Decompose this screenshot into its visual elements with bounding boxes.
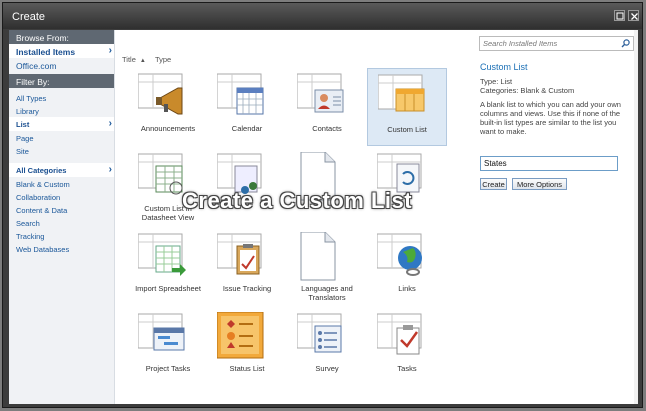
details-categories: Categories: Blank & Custom — [480, 86, 575, 95]
template-languages-translators[interactable]: Languages and Translators — [287, 228, 367, 306]
calendar-icon — [217, 73, 264, 115]
chevron-right-icon: › — [108, 164, 112, 175]
create-button[interactable]: Create — [480, 178, 507, 190]
maximize-icon — [616, 12, 624, 20]
details-scrollbar[interactable] — [634, 30, 638, 404]
template-label: Status List — [229, 364, 265, 373]
template-gallery: Title ▲ Type Announcements Calendar Cont… — [115, 30, 469, 404]
clipboard-icon — [217, 233, 262, 275]
template-links[interactable]: Links — [367, 228, 447, 306]
details-meta: Type: List Categories: Blank & Custom — [480, 77, 574, 95]
details-type: Type: List — [480, 77, 513, 86]
details-description: A blank list to which you can add your o… — [480, 100, 621, 136]
template-tasks[interactable]: Tasks — [367, 308, 447, 386]
filter-all-types[interactable]: All Types — [9, 91, 114, 104]
spreadsheet-import-icon — [138, 233, 186, 276]
template-issue-tracking[interactable]: Issue Tracking — [207, 228, 287, 306]
filter-list-label: List — [16, 120, 30, 129]
nav-installed-items-label: Installed Items — [16, 47, 76, 57]
template-status-list[interactable]: Status List — [207, 308, 287, 386]
more-options-button[interactable]: More Options — [512, 178, 567, 190]
dialog-title: Create — [12, 11, 46, 23]
template-label: Links — [398, 284, 416, 293]
sort-ascending-icon: ▲ — [139, 58, 146, 64]
left-nav: Browse From: Installed Items › Office.co… — [9, 30, 115, 404]
details-pane: Search Installed Items Custom List Type:… — [471, 30, 638, 404]
sort-by-title[interactable]: Title — [122, 55, 136, 64]
template-label: Languages and Translators — [301, 284, 353, 302]
category-web-databases[interactable]: Web Databases — [9, 242, 114, 255]
overlay-caption: Create a Custom List — [182, 188, 413, 213]
filter-site[interactable]: Site — [9, 144, 114, 157]
filter-library[interactable]: Library — [9, 104, 114, 117]
dialog-body: Browse From: Installed Items › Office.co… — [9, 30, 638, 404]
template-label: Calendar — [231, 124, 263, 133]
chevron-right-icon: › — [108, 118, 112, 129]
template-project-tasks[interactable]: Project Tasks — [128, 308, 208, 386]
custom-list-icon — [378, 74, 425, 112]
category-tracking[interactable]: Tracking — [9, 229, 114, 242]
sort-by-type[interactable]: Type — [155, 55, 171, 64]
template-survey[interactable]: Survey — [287, 308, 367, 386]
template-calendar[interactable]: Calendar — [207, 68, 287, 146]
template-discussion-board[interactable] — [207, 148, 287, 226]
filter-page[interactable]: Page — [9, 131, 114, 144]
search-icon[interactable] — [621, 39, 630, 48]
template-label: Contacts — [312, 124, 342, 133]
document-icon — [300, 232, 336, 281]
status-list-icon — [217, 312, 264, 359]
template-list-sync[interactable] — [367, 148, 447, 226]
filter-all-categories-label: All Categories — [16, 166, 67, 175]
chevron-right-icon: › — [108, 45, 112, 56]
tasks-icon — [377, 313, 422, 355]
project-tasks-icon — [138, 313, 185, 351]
filter-list[interactable]: List › — [9, 117, 114, 131]
globe-link-icon — [377, 233, 422, 276]
template-announcements[interactable]: Announcements — [128, 68, 208, 146]
template-custom-list[interactable]: Custom List — [367, 68, 447, 146]
nav-office-com[interactable]: Office.com — [9, 58, 114, 71]
template-label: Issue Tracking — [222, 284, 272, 293]
filter-all-categories[interactable]: All Categories › — [9, 163, 114, 177]
survey-icon — [297, 313, 342, 353]
template-label: Import Spreadsheet — [135, 284, 201, 293]
template-label: Tasks — [397, 364, 417, 373]
template-label: Survey — [315, 364, 339, 373]
megaphone-icon — [138, 73, 183, 115]
title-bar: Create — [3, 3, 642, 29]
search-placeholder: Search Installed Items — [483, 39, 558, 48]
category-search[interactable]: Search — [9, 216, 114, 229]
category-collaboration[interactable]: Collaboration — [9, 190, 114, 203]
sort-bar: Title ▲ Type — [122, 55, 175, 64]
filter-by-header: Filter By: — [9, 74, 114, 88]
browse-from-header: Browse From: — [9, 30, 114, 44]
template-import-spreadsheet[interactable]: Import Spreadsheet — [128, 228, 208, 306]
template-label: Custom List — [387, 125, 427, 134]
template-external-list[interactable] — [287, 148, 367, 226]
template-label: Project Tasks — [145, 364, 191, 373]
template-datasheet[interactable]: Custom List in Datasheet View — [128, 148, 208, 226]
nav-installed-items[interactable]: Installed Items › — [9, 44, 114, 58]
category-content-data[interactable]: Content & Data — [9, 203, 114, 216]
details-title: Custom List — [480, 62, 528, 72]
contact-card-icon — [297, 73, 344, 113]
maximize-button[interactable] — [614, 10, 625, 21]
template-label: Announcements — [140, 124, 196, 133]
close-button[interactable] — [628, 10, 639, 21]
list-name-input[interactable]: States — [480, 156, 618, 171]
close-icon — [631, 13, 638, 20]
search-input[interactable]: Search Installed Items — [479, 36, 634, 51]
category-blank-custom[interactable]: Blank & Custom — [9, 177, 114, 190]
template-contacts[interactable]: Contacts — [287, 68, 367, 146]
